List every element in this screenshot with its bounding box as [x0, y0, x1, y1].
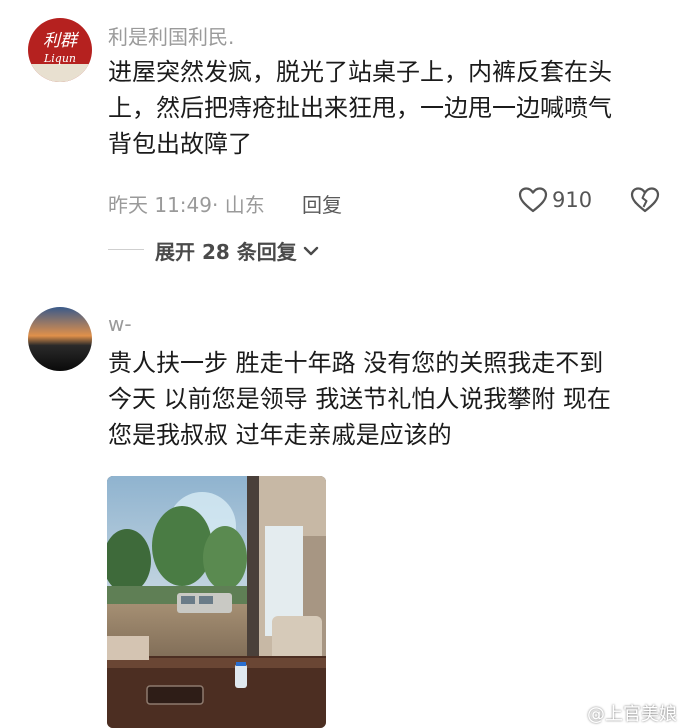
comment-line: 上，然后把痔疮扯出来狂甩，一边甩一边喊喷气: [108, 94, 612, 122]
comment-line: 贵人扶一步 胜走十年路 没有您的关照我走不到: [108, 349, 604, 377]
time-location: 昨天 11:49· 山东: [108, 193, 265, 217]
avatar[interactable]: [28, 307, 92, 371]
avatar[interactable]: 利群 Liqun: [28, 18, 92, 82]
comment-photo[interactable]: [107, 476, 326, 728]
watermark: @上官美娘: [560, 700, 677, 726]
comment-text: 贵人扶一步 胜走十年路 没有您的关照我走不到 今天 以前您是领导 我送节礼怕人说…: [108, 345, 668, 453]
svg-text:Liqun: Liqun: [43, 52, 76, 65]
comment-line: 背包出故障了: [108, 130, 252, 158]
reply-button[interactable]: 回复: [302, 189, 342, 218]
comment-line: 进屋突然发疯，脱光了站桌子上，内裤反套在头: [108, 58, 612, 86]
divider: [108, 249, 144, 250]
expand-replies-label: 展开 28 条回复: [155, 240, 297, 264]
like-count: 910: [552, 188, 593, 212]
comment-line: 您是我叔叔 过年走亲戚是应该的: [108, 421, 452, 449]
username[interactable]: w-: [108, 312, 132, 336]
watermark-text: @上官美娘: [587, 704, 677, 725]
comment-text: 进屋突然发疯，脱光了站桌子上，内裤反套在头 上，然后把痔疮扯出来狂甩，一边甩一边…: [108, 54, 668, 162]
weibo-logo-icon: [561, 705, 583, 722]
like-button[interactable]: 910: [518, 186, 592, 214]
chevron-down-icon: [303, 246, 318, 255]
username[interactable]: 利是利国利民.: [108, 21, 234, 50]
dislike-button[interactable]: [630, 186, 660, 218]
liqun-logo-icon: 利群 Liqun: [28, 31, 92, 82]
heart-outline-icon: [518, 187, 548, 213]
van-interior-photo: [107, 476, 326, 728]
broken-heart-icon: [630, 187, 660, 213]
expand-replies-button[interactable]: 展开 28 条回复: [155, 236, 319, 265]
svg-text:利群: 利群: [43, 31, 80, 51]
sunset-avatar-icon: [28, 307, 92, 371]
comment-line: 今天 以前您是领导 我送节礼怕人说我攀附 现在: [108, 385, 611, 413]
